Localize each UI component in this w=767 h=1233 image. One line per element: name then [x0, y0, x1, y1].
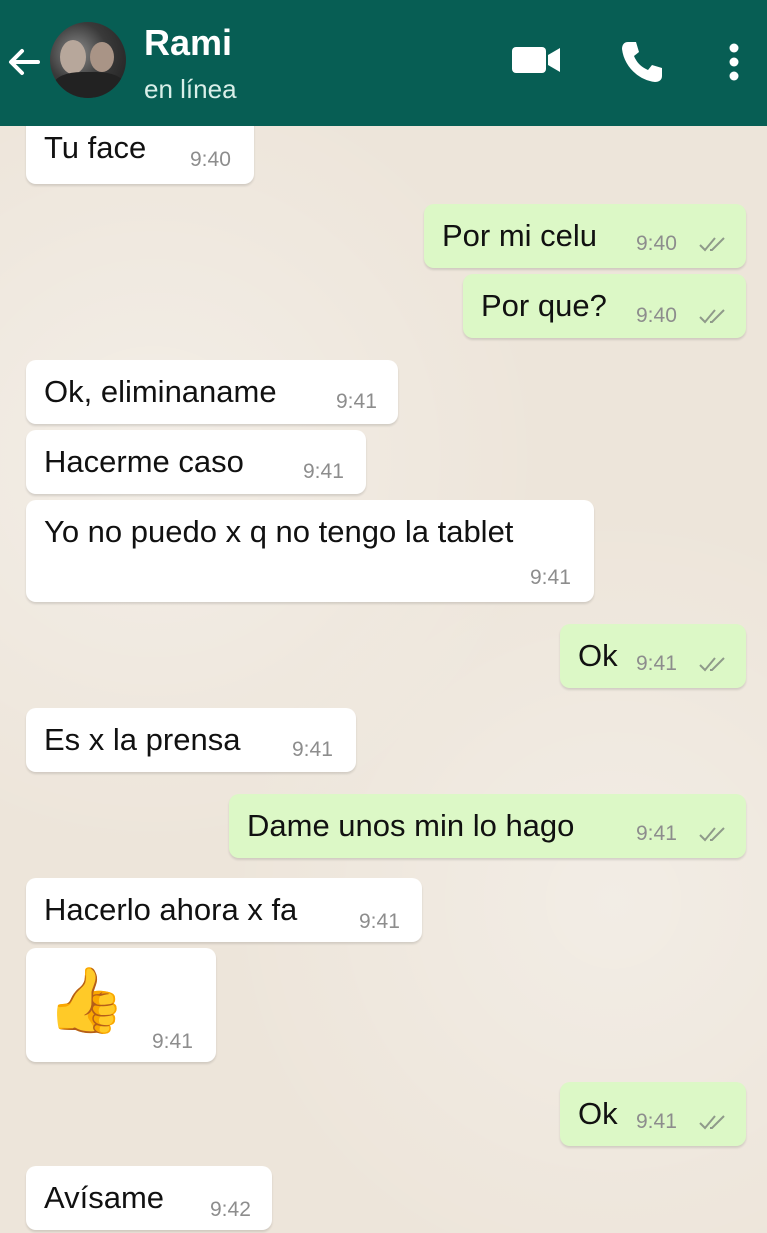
more-vert-icon[interactable] — [722, 38, 746, 86]
phone-icon[interactable] — [618, 38, 666, 86]
chat-header: Rami en línea — [0, 0, 767, 126]
message-time: 9:41 — [636, 822, 677, 845]
message-text: Tu face — [44, 130, 147, 165]
incoming-message[interactable]: Es x la prensa 9:41 — [26, 708, 356, 772]
message-time: 9:40 — [190, 148, 231, 171]
read-ticks-icon — [699, 827, 725, 842]
message-text: Avísame — [44, 1180, 165, 1215]
incoming-message[interactable]: Hacerme caso 9:41 — [26, 430, 366, 494]
incoming-message[interactable]: Yo no puedo x q no tengo la tablet 9:41 — [26, 500, 594, 602]
outgoing-message[interactable]: Ok 9:41 — [560, 624, 746, 688]
read-ticks-icon — [699, 309, 725, 324]
back-arrow-icon[interactable] — [4, 42, 44, 82]
message-text: Ok — [578, 1096, 618, 1131]
message-time: 9:41 — [152, 1030, 193, 1053]
message-text: Yo no puedo x q no tengo la tablet — [44, 514, 514, 549]
incoming-message[interactable]: Ok, eliminaname 9:41 — [26, 360, 398, 424]
message-text: Dame unos min lo hago — [247, 808, 575, 843]
contact-status: en línea — [144, 74, 237, 104]
message-text: Es x la prensa — [44, 722, 241, 757]
message-text: Ok — [578, 638, 618, 673]
contact-name[interactable]: Rami — [144, 22, 232, 64]
avatar[interactable] — [50, 22, 126, 98]
incoming-message[interactable]: Avísame 9:42 — [26, 1166, 272, 1230]
message-text: Por que? — [481, 288, 607, 323]
incoming-message[interactable]: 👍 9:41 — [26, 948, 216, 1062]
message-text: Hacerme caso — [44, 444, 244, 479]
message-time: 9:41 — [336, 390, 377, 413]
message-time: 9:40 — [636, 304, 677, 327]
video-call-icon[interactable] — [510, 38, 562, 82]
outgoing-message[interactable]: Dame unos min lo hago 9:41 — [229, 794, 746, 858]
message-list[interactable]: Tu face 9:40 Por mi celu 9:40 Por que? 9… — [0, 126, 767, 1233]
message-time: 9:42 — [210, 1198, 251, 1221]
message-text: Por mi celu — [442, 218, 598, 253]
message-text: Hacerlo ahora x fa — [44, 892, 298, 927]
outgoing-message[interactable]: Por mi celu 9:40 — [424, 204, 746, 268]
incoming-message[interactable]: Tu face 9:40 — [26, 126, 254, 184]
message-text: Ok, eliminaname — [44, 374, 277, 409]
thumbs-up-emoji: 👍 — [46, 964, 126, 1036]
outgoing-message[interactable]: Ok 9:41 — [560, 1082, 746, 1146]
read-ticks-icon — [699, 1115, 725, 1130]
message-time: 9:40 — [636, 232, 677, 255]
message-time: 9:41 — [292, 738, 333, 761]
outgoing-message[interactable]: Por que? 9:40 — [463, 274, 746, 338]
read-ticks-icon — [699, 657, 725, 672]
message-time: 9:41 — [530, 566, 571, 589]
message-time: 9:41 — [636, 652, 677, 675]
message-time: 9:41 — [359, 910, 400, 933]
message-time: 9:41 — [636, 1110, 677, 1133]
incoming-message[interactable]: Hacerlo ahora x fa 9:41 — [26, 878, 422, 942]
message-time: 9:41 — [303, 460, 344, 483]
read-ticks-icon — [699, 237, 725, 252]
